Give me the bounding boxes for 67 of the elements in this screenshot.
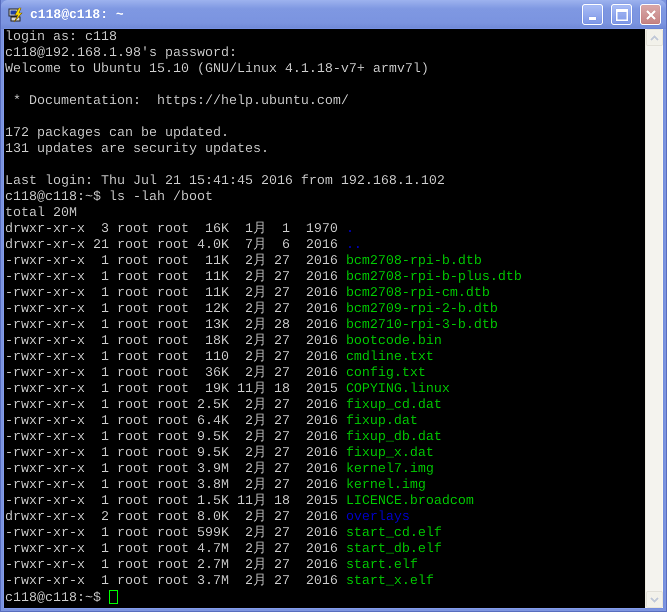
file-name: cmdline.txt bbox=[346, 350, 434, 365]
terminal-line: Welcome to Ubuntu 15.10 (GNU/Linux 4.1.18-v7+ armv7l) bbox=[5, 62, 429, 77]
terminal-line: 131 updates are security updates. bbox=[5, 142, 269, 157]
file-details: -rwxr-xr-x 1 root root 11K 2月 27 2016 bbox=[5, 254, 339, 269]
terminal-line: * Documentation: https://help.ubuntu.com/ bbox=[12, 94, 349, 109]
maximize-icon bbox=[616, 8, 628, 20]
window-title: c118@c118: ~ bbox=[30, 7, 124, 22]
terminal-line: c118@c118:~$ ls -lah /boot bbox=[5, 190, 213, 205]
terminal-line: 172 packages can be updated. bbox=[5, 126, 229, 141]
file-details: -rwxr-xr-x 1 root root 36K 2月 27 2016 bbox=[5, 366, 339, 381]
maximize-button[interactable] bbox=[611, 4, 632, 25]
file-name: . bbox=[346, 222, 354, 237]
file-details: -rwxr-xr-x 1 root root 18K 2月 27 2016 bbox=[5, 334, 339, 349]
computer-bolt-icon[interactable] bbox=[8, 6, 24, 22]
file-details: -rwxr-xr-x 1 root root 110 2月 27 2016 bbox=[5, 350, 339, 365]
file-name: start.elf bbox=[346, 558, 418, 573]
close-button[interactable] bbox=[640, 4, 661, 25]
file-name: config.txt bbox=[346, 366, 426, 381]
file-name: start_db.elf bbox=[346, 542, 442, 557]
file-details: -rwxr-xr-x 1 root root 2.5K 2月 27 2016 bbox=[5, 398, 339, 413]
file-name: bcm2709-rpi-2-b.dtb bbox=[346, 302, 498, 317]
file-name: kernel.img bbox=[346, 478, 426, 493]
file-name: bcm2708-rpi-b-plus.dtb bbox=[346, 270, 522, 285]
file-name: LICENCE.broadcom bbox=[346, 494, 474, 509]
file-details: -rwxr-xr-x 1 root root 9.5K 2月 27 2016 bbox=[5, 430, 339, 445]
file-name: start_cd.elf bbox=[346, 526, 442, 541]
file-name: fixup_x.dat bbox=[346, 446, 434, 461]
file-name: bcm2710-rpi-3-b.dtb bbox=[346, 318, 498, 333]
file-details: drwxr-xr-x 21 root root 4.0K 7月 6 2016 bbox=[5, 238, 339, 253]
file-details: -rwxr-xr-x 1 root root 9.5K 2月 27 2016 bbox=[5, 446, 339, 461]
close-icon bbox=[646, 10, 656, 20]
terminal-line: Last login: Thu Jul 21 15:41:45 2016 from 192.168.1.102 bbox=[5, 174, 445, 189]
file-details: -rwxr-xr-x 1 root root 3.9M 2月 27 2016 bbox=[5, 462, 339, 477]
file-name: fixup_db.dat bbox=[346, 430, 442, 445]
scrollbar[interactable] bbox=[645, 29, 663, 608]
file-details: -rwxr-xr-x 1 root root 3.7M 2月 27 2016 bbox=[5, 574, 339, 589]
file-details: -rwxr-xr-x 1 root root 1.5K 11月 18 2015 bbox=[5, 494, 339, 509]
file-details: -rwxr-xr-x 1 root root 12K 2月 27 2016 bbox=[5, 302, 339, 317]
file-name: fixup_cd.dat bbox=[346, 398, 442, 413]
file-details: -rwxr-xr-x 1 root root 11K 2月 27 2016 bbox=[5, 286, 339, 301]
minimize-icon bbox=[589, 17, 596, 20]
shell-prompt: c118@c118:~$ bbox=[5, 591, 102, 606]
file-details: -rwxr-xr-x 1 root root 13K 2月 28 2016 bbox=[5, 318, 339, 333]
file-details: -rwxr-xr-x 1 root root 4.7M 2月 27 2016 bbox=[5, 542, 339, 557]
file-name: overlays bbox=[346, 510, 410, 525]
scroll-down-button[interactable] bbox=[646, 591, 663, 608]
file-details: -rwxr-xr-x 1 root root 6.4K 2月 27 2016 bbox=[5, 414, 339, 429]
file-name: fixup.dat bbox=[346, 414, 418, 429]
terminal-line: total 20M bbox=[5, 206, 77, 221]
file-details: -rwxr-xr-x 1 root root 19K 11月 18 2015 bbox=[5, 382, 339, 397]
terminal-line: login as: c118 bbox=[5, 30, 117, 45]
file-name: .. bbox=[346, 238, 362, 253]
file-name: start_x.elf bbox=[346, 574, 434, 589]
file-details: drwxr-xr-x 3 root root 16K 1月 1 1970 bbox=[5, 222, 339, 237]
scroll-up-button[interactable] bbox=[646, 29, 663, 46]
file-name: bcm2708-rpi-b.dtb bbox=[346, 254, 482, 269]
terminal-line: c118@192.168.1.98's password: bbox=[5, 46, 237, 61]
file-details: -rwxr-xr-x 1 root root 2.7M 2月 27 2016 bbox=[5, 558, 339, 573]
file-name: bcm2708-rpi-cm.dtb bbox=[346, 286, 490, 301]
file-name: COPYING.linux bbox=[346, 382, 450, 397]
file-details: drwxr-xr-x 2 root root 8.0K 2月 27 2016 bbox=[5, 510, 339, 525]
file-details: -rwxr-xr-x 1 root root 599K 2月 27 2016 bbox=[5, 526, 339, 541]
file-details: -rwxr-xr-x 1 root root 11K 2月 27 2016 bbox=[5, 270, 339, 285]
file-details: -rwxr-xr-x 1 root root 3.8M 2月 27 2016 bbox=[5, 478, 339, 493]
file-name: kernel7.img bbox=[346, 462, 434, 477]
minimize-button[interactable] bbox=[582, 4, 603, 25]
file-name: bootcode.bin bbox=[346, 334, 442, 349]
